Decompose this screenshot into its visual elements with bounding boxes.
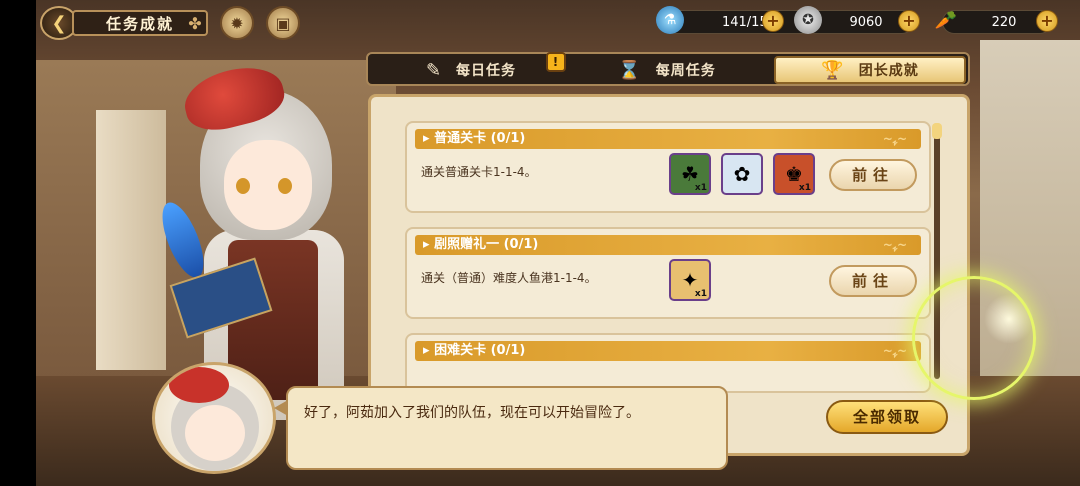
reward-qty: x1 — [798, 183, 811, 193]
go-button[interactable]: 前往 — [829, 265, 917, 297]
add-carrot-button[interactable]: + — [1036, 10, 1058, 32]
task-card: ▸ 普通关卡 (0/1) ~ﮩ~ 通关普通关卡1-1-4。 ☘ x1 ✿ ♚ x1 前… — [405, 121, 931, 213]
reward-qty: x1 — [694, 289, 707, 299]
task-tabs: ✎ 每日任务 ! ⌛ 每周任务 🏆 团长成就 — [366, 52, 970, 86]
quill-book-icon: ✎ — [425, 59, 443, 81]
tab-weekly[interactable]: ⌛ 每周任务 — [574, 56, 760, 84]
tab-label: 每周任务 — [655, 63, 716, 79]
reward-character-icon: ✿ — [733, 162, 751, 186]
speaker-avatar — [152, 362, 276, 474]
tab-achievements[interactable]: 🏆 团长成就 — [774, 56, 966, 84]
clover-icon: ✤ — [188, 13, 202, 33]
silver-value: 9060 — [849, 14, 883, 30]
character-eye — [278, 178, 292, 194]
top-bar: ❮ 任务成就 ✤ ✹ ▣ 141/152 ⚗ + 9060 ✪ + 220 🥕 … — [36, 0, 1080, 44]
dialog-box[interactable]: 好了，阿茹加入了我们的队伍，现在可以开始冒险了。 — [274, 386, 728, 470]
avatar-hat — [169, 367, 229, 403]
notice-badge: ! — [546, 52, 566, 72]
ornament: ~ﮩ~ — [882, 344, 907, 358]
go-button[interactable]: 前往 — [829, 159, 917, 191]
scrollbar-thumb[interactable] — [932, 123, 942, 139]
task-card: ▸ 困难关卡 (0/1) ~ﮩ~ — [405, 333, 931, 393]
task-description: 通关（普通）难度人鱼港1-1-4。 — [421, 271, 597, 285]
back-arrow-icon: ❮ — [51, 12, 67, 34]
task-title: 剧照赠礼一 (0/1) — [434, 237, 539, 252]
coin-icon: ✪ — [794, 6, 822, 34]
carrot-icon: 🥕 — [934, 9, 958, 31]
task-title-bar: ▸ 困难关卡 (0/1) ~ﮩ~ — [415, 341, 921, 361]
add-stamina-button[interactable]: + — [762, 10, 784, 32]
task-description: 通关普通关卡1-1-4。 — [421, 165, 537, 179]
ornament: ~ﮩ~ — [882, 238, 907, 252]
reward-item[interactable]: ☘ x1 — [669, 153, 711, 195]
task-card: ▸ 剧照赠礼一 (0/1) ~ﮩ~ 通关（普通）难度人鱼港1-1-4。 ✦ x1 前… — [405, 227, 931, 319]
tutorial-highlight-ring[interactable] — [912, 276, 1036, 400]
tab-daily[interactable]: ✎ 每日任务 ! — [378, 52, 566, 84]
avatar-face — [185, 405, 245, 461]
scroll-icon: ⌛ — [618, 59, 642, 81]
task-title: 困难关卡 (0/1) — [434, 343, 526, 358]
tab-label: 每日任务 — [456, 63, 517, 79]
background-pillar — [96, 110, 166, 370]
tab-label: 团长成就 — [858, 63, 919, 79]
reward-item[interactable]: ✿ — [721, 153, 763, 195]
task-title-bar: ▸ 普通关卡 (0/1) ~ﮩ~ — [415, 129, 921, 149]
guide-character — [154, 58, 358, 420]
carrot-value: 220 — [991, 14, 1017, 30]
claim-all-button[interactable]: 全部领取 — [826, 400, 948, 434]
task-title: 普通关卡 (0/1) — [434, 131, 526, 146]
compass-icon[interactable]: ✹ — [220, 6, 254, 40]
treasure-chest-icon[interactable]: ▣ — [266, 6, 300, 40]
reward-item[interactable]: ♚ x1 — [773, 153, 815, 195]
dialog-text: 好了，阿茹加入了我们的队伍，现在可以开始冒险了。 — [304, 405, 640, 421]
reward-item[interactable]: ✦ x1 — [669, 259, 711, 301]
add-silver-button[interactable]: + — [898, 10, 920, 32]
character-eye — [236, 178, 250, 194]
potion-icon: ⚗ — [656, 6, 684, 34]
stamina-counter: 141/152 — [664, 10, 814, 34]
ornament: ~ﮩ~ — [882, 132, 907, 146]
trophy-cup-icon: 🏆 — [821, 59, 845, 81]
reward-qty: x1 — [694, 183, 707, 193]
task-title-bar: ▸ 剧照赠礼一 (0/1) ~ﮩ~ — [415, 235, 921, 255]
